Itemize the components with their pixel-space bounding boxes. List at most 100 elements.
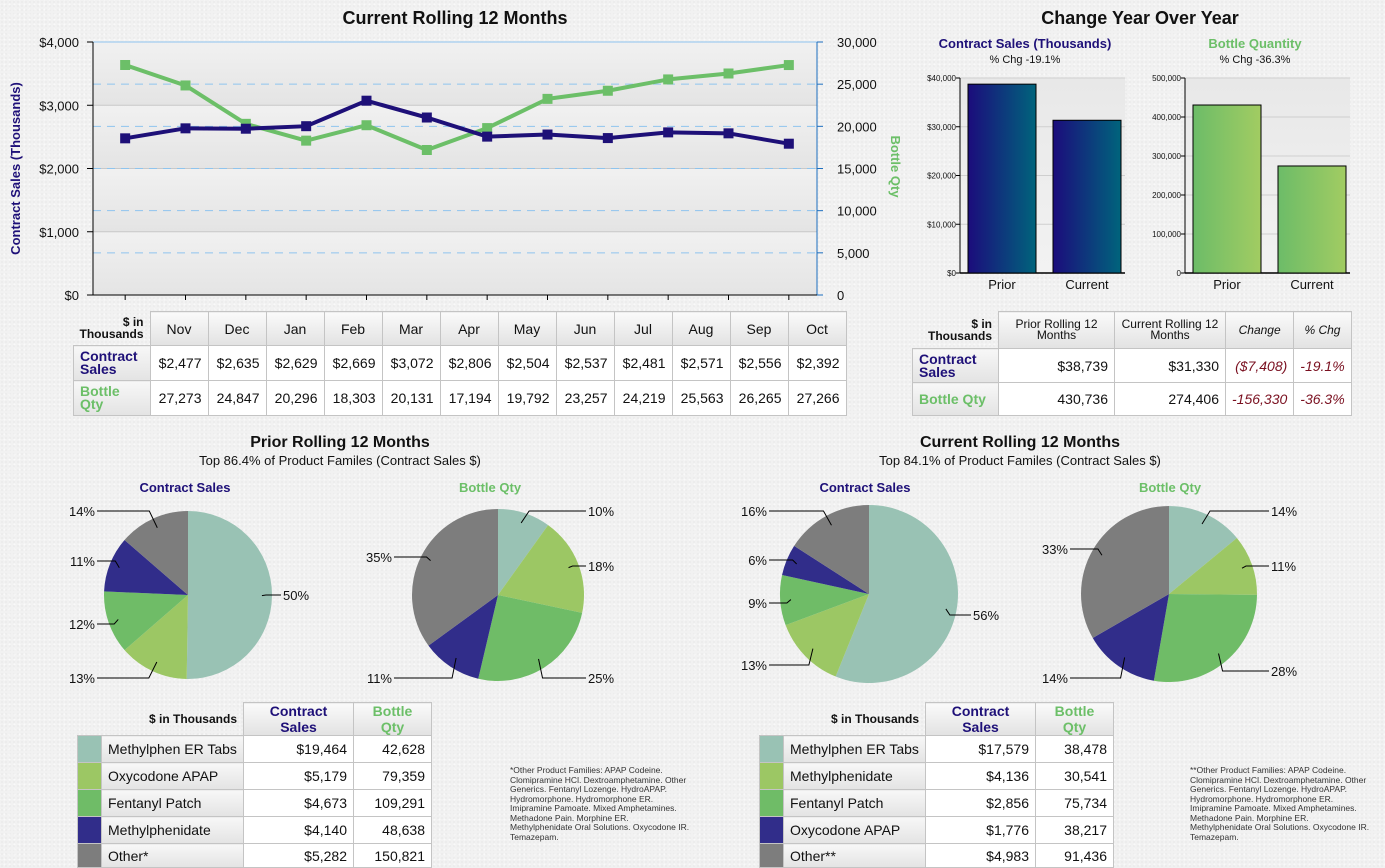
pie-pct-label: 25% — [588, 671, 614, 686]
rolling-chart-title: Current Rolling 12 Months — [342, 8, 568, 28]
contract-sales-cell: $2,571 — [671, 345, 731, 381]
contract-sales-marker — [542, 129, 553, 140]
plot-band — [93, 168, 817, 232]
contract-sales-value: $4,983 — [925, 843, 1036, 868]
contract-sales-cell: $2,504 — [497, 345, 557, 381]
legend-swatch — [77, 735, 102, 763]
product-name: Methylphenidate — [783, 762, 926, 790]
legend-row: Fentanyl Patch $4,673 109,291 — [77, 789, 432, 817]
contract-sales-marker — [663, 127, 674, 138]
current-footnote: **Other Product Families: APAP Codeine. … — [1190, 765, 1370, 842]
yoy-sales-bar-chart: $0 $10,000 $20,000 $30,000 $40,000 Prior Curre… — [927, 74, 1125, 292]
bottle-qty-value: 109,291 — [353, 789, 432, 817]
current-value: $31,330 — [1114, 348, 1226, 383]
y-tick-label: $4,000 — [39, 35, 79, 50]
bottle-qty-value: 38,217 — [1035, 816, 1114, 844]
y-tick-label: $20,000 — [927, 172, 956, 181]
prior-pie-qty-title: Bottle Qty — [458, 480, 522, 495]
pie-pct-label: 14% — [1042, 671, 1068, 686]
prior-section-subtitle: Top 86.4% of Product Familes (Contract S… — [199, 453, 481, 468]
col-header-current: Current Rolling 12 Months — [1114, 311, 1226, 349]
contract-sales-cell: $2,806 — [439, 345, 499, 381]
contract-sales-marker — [482, 131, 493, 142]
product-name: Oxycodone APAP — [783, 816, 926, 844]
contract-sales-cell: $2,481 — [613, 345, 673, 381]
legend-swatch — [759, 843, 784, 868]
bottle-qty-cell: 19,792 — [497, 380, 557, 416]
legend-swatch — [759, 735, 784, 763]
pie-pct-label: 13% — [69, 671, 95, 686]
pie-pct-label: 12% — [69, 617, 95, 632]
pie-pct-label: 10% — [588, 504, 614, 519]
current-sales-pie-chart: 56% 13% 9% 6% 16% — [741, 504, 999, 683]
legend-row: Fentanyl Patch $2,856 75,734 — [759, 789, 1114, 817]
y-tick-label: $2,000 — [39, 162, 79, 177]
contract-sales-value: $19,464 — [243, 735, 354, 763]
table-row: Bottle Qty 430,736 274,406 -156,330 -36.… — [912, 382, 1352, 416]
bottle-qty-marker — [783, 60, 794, 71]
corner-text: $ in Thousands — [148, 711, 237, 726]
yoy-qty-title: Bottle Quantity — [1208, 36, 1302, 51]
y-tick-label: 100,000 — [1152, 230, 1181, 239]
contract-sales-cell: $2,669 — [323, 345, 383, 381]
bottle-qty-marker — [301, 135, 312, 146]
plot-band — [93, 231, 817, 295]
contract-sales-cell: $2,635 — [207, 345, 267, 381]
current-section-title: Current Rolling 12 Months — [920, 434, 1120, 451]
contract-sales-cell: $2,477 — [149, 345, 209, 381]
contract-sales-value: $4,673 — [243, 789, 354, 817]
legend-swatch — [759, 762, 784, 790]
bottle-qty-marker — [180, 80, 191, 91]
y-tick-label: $3,000 — [39, 98, 79, 113]
prior-footnote: *Other Product Families: APAP Codeine. C… — [510, 765, 690, 842]
current-qty-pie-chart: 14% 11% 28% 14% 33% — [1042, 504, 1297, 686]
y-tick-label: 500,000 — [1152, 74, 1181, 83]
bottle-qty-value: 42,628 — [353, 735, 432, 763]
y-tick-label: $30,000 — [927, 123, 956, 132]
yoy-sales-pct: % Chg -19.1% — [989, 54, 1061, 66]
pie-leader-line — [261, 594, 281, 597]
legend-swatch — [759, 789, 784, 817]
bottle-qty-marker — [421, 144, 432, 155]
row-label-contract-sales: Contract Sales — [73, 345, 151, 381]
contract-sales-cell: $2,556 — [729, 345, 789, 381]
prior-value: $38,739 — [998, 348, 1115, 383]
pie-pct-label: 11% — [70, 554, 95, 569]
legend-row: Methylphenidate $4,140 48,638 — [77, 816, 432, 844]
contract-sales-value: $2,856 — [925, 789, 1036, 817]
month-header: Dec — [207, 311, 267, 346]
bottle-qty-value: 48,638 — [353, 816, 432, 844]
bottle-qty-cell: 20,131 — [381, 380, 441, 416]
bar-prior — [1192, 104, 1262, 274]
month-header: Jun — [555, 311, 615, 346]
bottle-qty-value: 38,478 — [1035, 735, 1114, 763]
legend-swatch — [77, 816, 102, 844]
current-legend-table: $ in Thousands Contract Sales Bottle Qty… — [759, 702, 1114, 868]
prior-value: 430,736 — [998, 382, 1115, 416]
product-name: Methylphen ER Tabs — [101, 735, 244, 763]
rolling-line-chart: $0 $1,000 $2,000 $3,000 $4,000 0 5,000 10,000 15… — [8, 35, 903, 303]
bottle-qty-cell: 17,194 — [439, 380, 499, 416]
product-name: Methylphen ER Tabs — [783, 735, 926, 763]
pie-pct-label: 13% — [741, 658, 767, 673]
yoy-qty-pct: % Chg -36.3% — [1219, 54, 1291, 66]
table-corner-label: $ in Thousands — [760, 703, 926, 736]
contract-sales-marker — [421, 112, 432, 123]
bottle-qty-value: 75,734 — [1035, 789, 1114, 817]
current-pie-qty-title: Bottle Qty — [1138, 480, 1202, 495]
yoy-title: Change Year Over Year — [1041, 8, 1239, 28]
contract-sales-value: $5,179 — [243, 762, 354, 790]
y-tick-label: 0 — [1177, 269, 1182, 278]
y-right-axis-title: Bottle Qty — [888, 135, 903, 198]
product-name: Fentanyl Patch — [101, 789, 244, 817]
yoy-qty-bar-chart: 0 100,000 200,000 300,000 400,000 500,000 Prio… — [1152, 74, 1350, 292]
bottle-qty-marker — [120, 59, 131, 70]
bottle-qty-marker — [663, 74, 674, 85]
contract-sales-marker — [602, 133, 613, 144]
prior-section-title: Prior Rolling 12 Months — [250, 434, 430, 451]
current-pie-sales-title: Contract Sales — [819, 480, 911, 495]
bottle-qty-marker — [542, 93, 553, 104]
legend-swatch — [759, 816, 784, 844]
pct-change-value: -36.3% — [1293, 382, 1352, 416]
contract-sales-cell: $2,537 — [555, 345, 615, 381]
